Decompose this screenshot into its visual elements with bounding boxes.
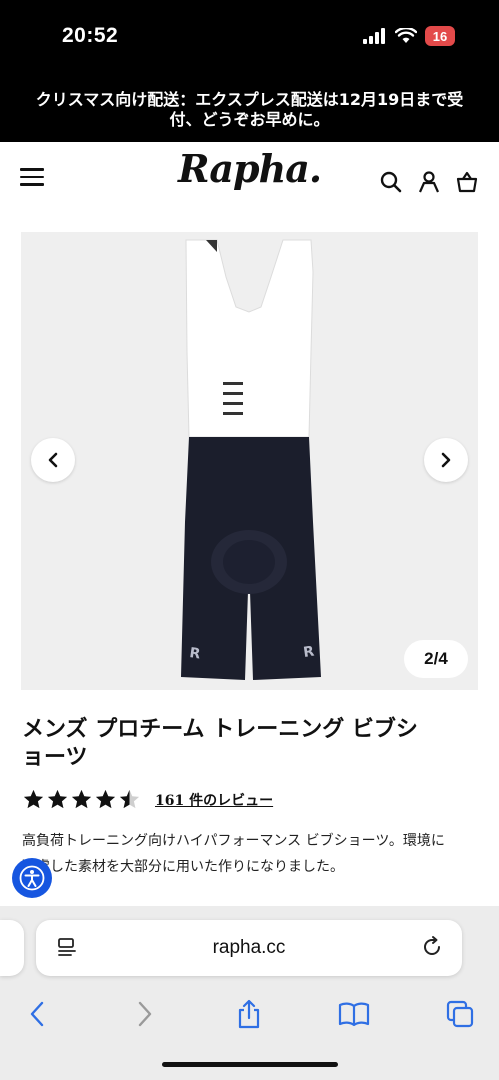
product-title-line-1: メンズ プロチーム トレーニング ビブシ — [22, 717, 418, 742]
product-title-line-2: ョーツ — [22, 745, 88, 770]
chevron-right-icon — [441, 452, 451, 468]
announcement-banner[interactable]: クリスマス向け配送：エクスプレス配送は12月19日まで受 付、どうぞお早めに。 — [0, 78, 499, 142]
wifi-icon — [395, 28, 417, 43]
previous-tab-stub[interactable] — [0, 920, 24, 976]
status-bar: 20:52 16 — [0, 0, 499, 78]
star-rating — [22, 788, 141, 811]
tabs-icon — [446, 1000, 474, 1028]
gallery-prev-button[interactable] — [31, 438, 75, 482]
site-header: Rapha. — [0, 142, 499, 224]
url-text[interactable]: rapha.cc — [36, 937, 462, 959]
address-bar[interactable]: rapha.cc — [36, 920, 462, 976]
description-line-1: 高負荷トレーニング向けハイパフォーマンス ビブショーツ。環境に — [22, 833, 445, 849]
description-line-2: 配慮した素材を大部分に用いた作りになりました。 — [22, 859, 344, 875]
tabs-button[interactable] — [438, 992, 482, 1036]
rating-row: 161 件のレビュー — [22, 788, 273, 811]
back-button[interactable] — [15, 992, 59, 1036]
status-icons: 16 — [363, 26, 455, 46]
battery-indicator: 16 — [425, 26, 455, 46]
product-title: メンズ プロチーム トレーニング ビブシ ョーツ — [22, 716, 482, 772]
home-indicator — [162, 1062, 338, 1067]
accessibility-icon — [19, 865, 45, 891]
star-icon — [71, 789, 92, 809]
share-button[interactable] — [227, 992, 271, 1036]
product-gallery[interactable]: R R 2/4 — [21, 232, 478, 690]
browser-bottom-bar: rapha.cc — [0, 906, 499, 1080]
gallery-counter: 2/4 — [404, 640, 468, 678]
star-icon — [47, 789, 68, 809]
accessibility-button[interactable] — [12, 858, 52, 898]
reviews-link[interactable]: 161 件のレビュー — [155, 790, 273, 810]
search-icon[interactable] — [379, 170, 403, 194]
gallery-next-button[interactable] — [424, 438, 468, 482]
account-icon[interactable] — [417, 170, 441, 194]
header-actions — [379, 170, 479, 194]
product-description: 高負荷トレーニング向けハイパフォーマンス ビブショーツ。環境に 配慮した素材を大… — [22, 828, 482, 880]
star-icon — [119, 789, 140, 809]
reload-icon[interactable] — [420, 935, 444, 959]
product-image: R R — [181, 239, 321, 680]
chevron-left-icon — [48, 452, 58, 468]
forward-button[interactable] — [123, 992, 167, 1036]
back-icon — [30, 1001, 44, 1027]
announcement-line-2: 付、どうぞお早めに。 — [169, 110, 330, 129]
star-icon — [23, 789, 44, 809]
status-time: 20:52 — [62, 24, 119, 47]
share-icon — [238, 999, 260, 1029]
bookmarks-icon — [338, 1002, 370, 1027]
forward-icon — [138, 1001, 152, 1027]
bookmarks-button[interactable] — [332, 992, 376, 1036]
signal-icon — [363, 28, 385, 44]
basket-icon[interactable] — [455, 170, 479, 194]
announcement-line-1: クリスマス向け配送：エクスプレス配送は12月19日まで受 — [35, 90, 464, 109]
browser-toolbar — [0, 992, 499, 1036]
star-icon — [95, 789, 116, 809]
